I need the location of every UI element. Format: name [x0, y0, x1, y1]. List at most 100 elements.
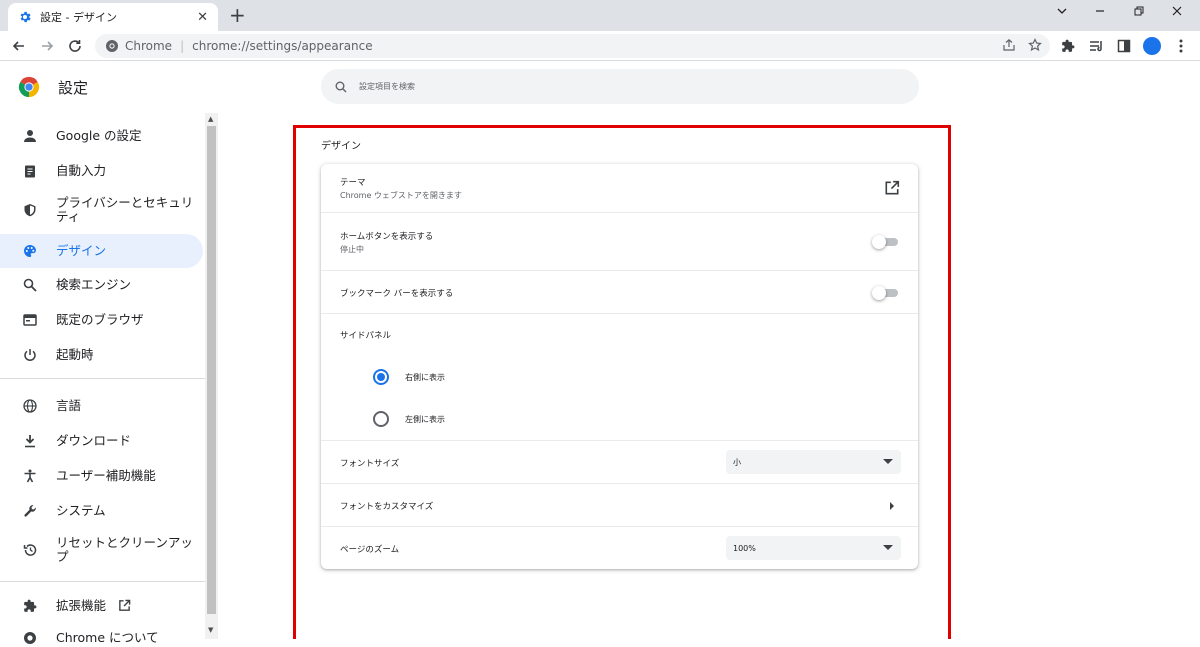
accessibility-icon [21, 467, 39, 485]
back-button[interactable] [9, 36, 29, 56]
sidebar-item-accessibility[interactable]: ユーザー補助機能 [0, 467, 203, 485]
globe-icon [21, 397, 39, 415]
sidebar-item-label: Google の設定 [56, 128, 142, 143]
page-zoom-value: 100% [733, 543, 756, 553]
download-icon [21, 432, 39, 450]
theme-row[interactable]: テーマ Chrome ウェブストアを開きます [321, 164, 918, 212]
side-panel-left-radio[interactable] [373, 411, 389, 427]
share-icon[interactable] [1002, 38, 1016, 52]
shield-icon [21, 201, 39, 219]
sidebar-item-label: リセットとクリーンアップ [56, 535, 193, 564]
sidebar-item-label: 既定のブラウザ [56, 312, 144, 327]
side-panel-right-radio[interactable] [373, 369, 389, 385]
appearance-card: テーマ Chrome ウェブストアを開きます ホームボタンを表示する 停止中 ブ… [321, 164, 918, 569]
bookmarks-bar-toggle[interactable] [872, 286, 898, 300]
font-size-select[interactable]: 小 [726, 450, 901, 474]
sidebar-item-google[interactable]: Google の設定 [0, 127, 203, 145]
wrench-icon [21, 502, 39, 520]
customize-fonts-row[interactable]: フォントをカスタマイズ [321, 483, 918, 526]
omnibox-site-label: Chrome [125, 39, 173, 53]
minimize-button[interactable] [1090, 5, 1110, 21]
restore-button[interactable] [1129, 5, 1149, 21]
sidebar-item-label: 自動入力 [56, 163, 107, 178]
sidebar-item-appearance[interactable]: デザイン [0, 234, 203, 268]
sidebar-item-label: ユーザー補助機能 [56, 468, 156, 483]
sidebar-item-downloads[interactable]: ダウンロード [0, 432, 203, 450]
scrollbar-thumb[interactable] [207, 126, 216, 614]
sidebar-item-label: 検索エンジン [56, 277, 132, 292]
tab-search-chevron-icon[interactable] [1052, 5, 1072, 21]
reading-list-icon[interactable] [1087, 37, 1105, 55]
sidebar-item-languages[interactable]: 言語 [0, 397, 203, 415]
sidebar-item-on-startup[interactable]: 起動時 [0, 346, 203, 364]
sidebar-item-label: システム [56, 503, 106, 518]
open-in-new-icon [118, 597, 131, 616]
sidebar-item-label: プライバシーとセキュリティ [56, 195, 194, 224]
toggle-knob [872, 235, 886, 249]
profile-avatar[interactable] [1143, 37, 1161, 55]
browser-icon [21, 311, 39, 329]
side-panel-right-label[interactable]: 右側に表示 [405, 372, 445, 383]
home-button-row: ホームボタンを表示する 停止中 [321, 212, 918, 270]
sidebar-item-label: 拡張機能 [56, 598, 107, 613]
sidebar-item-label: 言語 [56, 398, 82, 413]
section-title: デザイン [321, 141, 361, 152]
forward-button[interactable] [37, 36, 57, 56]
side-panel-row: サイドパネル 右側に表示 左側に表示 [321, 313, 918, 440]
dropdown-caret-icon [883, 545, 893, 550]
side-panel-icon[interactable] [1115, 37, 1133, 55]
chrome-site-icon [106, 40, 118, 52]
reload-icon [69, 40, 81, 52]
chrome-logo-icon [18, 76, 40, 98]
page-title: 設定 [58, 79, 89, 97]
close-window-button[interactable] [1167, 5, 1187, 21]
sidebar-item-autofill[interactable]: 自動入力 [0, 162, 203, 180]
home-button-label: ホームボタンを表示する [340, 232, 434, 242]
settings-sidebar: Google の設定 自動入力 プライバシーとセキュリティ デザイン 検索エンジ… [0, 113, 205, 645]
omnibox-separator: | [180, 39, 185, 53]
open-in-new-icon[interactable] [884, 180, 900, 196]
sidebar-item-search-engine[interactable]: 検索エンジン [0, 276, 203, 294]
side-panel-label: サイドパネル [340, 331, 392, 341]
side-panel-left-label[interactable]: 左側に表示 [405, 414, 445, 425]
browser-tab[interactable]: 設定 - デザイン ✕ [8, 3, 218, 31]
sidebar-item-about-chrome[interactable]: Chrome について [0, 629, 203, 647]
page-zoom-select[interactable]: 100% [726, 536, 901, 560]
bookmarks-bar-row: ブックマーク バーを表示する [321, 270, 918, 313]
omnibox-url[interactable]: chrome://settings/appearance [192, 39, 373, 53]
search-icon [21, 276, 39, 294]
bookmarks-bar-label: ブックマーク バーを表示する [340, 289, 454, 299]
chrome-menu-icon[interactable] [1172, 37, 1190, 55]
sidebar-item-extensions[interactable]: 拡張機能 [0, 597, 203, 615]
clipboard-icon [21, 162, 39, 180]
sidebar-scrollbar[interactable]: ▲ ▼ [205, 113, 218, 639]
address-bar[interactable]: Chrome | chrome://settings/appearance [95, 34, 1050, 58]
dropdown-caret-icon [883, 459, 893, 464]
sidebar-item-default-browser[interactable]: 既定のブラウザ [0, 311, 203, 329]
scroll-down-arrow-icon[interactable]: ▼ [208, 626, 213, 634]
bookmark-star-icon[interactable] [1028, 38, 1042, 52]
home-button-toggle[interactable] [872, 235, 898, 249]
sidebar-item-reset[interactable]: リセットとクリーンアップ [0, 535, 203, 565]
restore-icon [21, 541, 39, 559]
tab-close-icon[interactable]: ✕ [197, 10, 208, 25]
person-icon [21, 127, 39, 145]
font-size-row: フォントサイズ 小 [321, 440, 918, 483]
sidebar-divider [0, 581, 205, 582]
sidebar-divider [0, 378, 205, 379]
search-icon [335, 81, 347, 92]
sidebar-item-label: 起動時 [56, 347, 94, 362]
chrome-icon [21, 629, 39, 647]
extensions-puzzle-icon[interactable] [1059, 37, 1077, 55]
sidebar-item-privacy[interactable]: プライバシーとセキュリティ [0, 195, 203, 225]
theme-label: テーマ [340, 178, 366, 188]
home-button-sublabel: 停止中 [340, 245, 364, 254]
browser-toolbar: Chrome | chrome://settings/appearance [0, 31, 1200, 61]
toggle-knob [872, 286, 886, 300]
scroll-up-arrow-icon[interactable]: ▲ [208, 115, 213, 123]
sidebar-item-system[interactable]: システム [0, 502, 203, 520]
new-tab-button[interactable]: + [229, 4, 246, 26]
reload-button[interactable] [65, 36, 85, 56]
settings-search-input[interactable]: 設定項目を検索 [321, 69, 919, 104]
tab-strip: 設定 - デザイン ✕ + [0, 0, 1200, 31]
